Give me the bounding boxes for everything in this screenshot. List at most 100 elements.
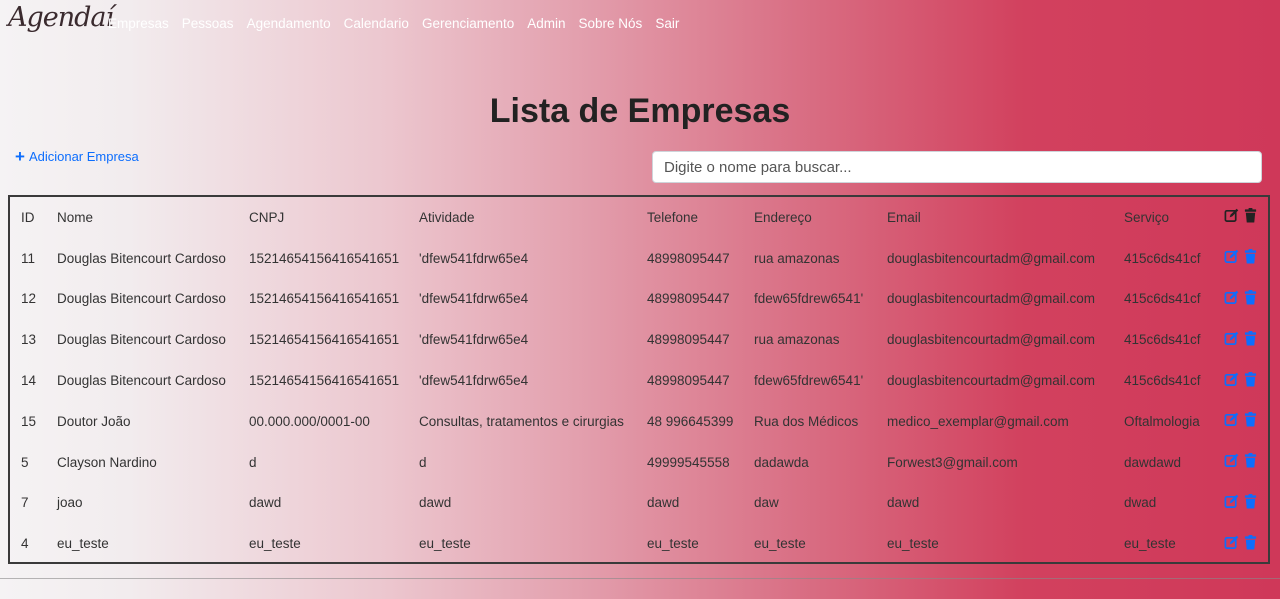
cell-nome: Clayson Nardino: [57, 454, 157, 470]
cell-actions: [1224, 401, 1268, 442]
cell-email: douglasbitencourtadm@gmail.com: [887, 291, 1096, 307]
cell-nome: Douglas Bitencourt Cardoso: [57, 250, 226, 266]
edit-icon[interactable]: [1224, 372, 1239, 387]
cell-nome: Douglas Bitencourt Cardoso: [57, 291, 226, 307]
nav-sobre-nos[interactable]: Sobre Nós: [579, 16, 643, 31]
cell-atividade: Consultas, tratamentos e cirurgias: [419, 413, 624, 429]
table-row: 13 Douglas Bitencourt Cardoso 152146541564…: [10, 319, 1268, 360]
edit-icon[interactable]: [1224, 494, 1239, 509]
trash-icon[interactable]: [1243, 412, 1258, 427]
trash-icon[interactable]: [1243, 534, 1258, 550]
header-id: ID: [21, 209, 35, 225]
cell-id: 7: [21, 495, 29, 511]
table-row: 4 eu_teste eu_teste eu_teste eu_teste eu_test…: [10, 523, 1268, 564]
header-atividade: Atividade: [419, 209, 475, 225]
cell-telefone: 48998095447: [647, 332, 730, 348]
header-servico: Serviço: [1124, 209, 1170, 225]
header-telefone: Telefone: [647, 209, 699, 225]
cell-id: 11: [21, 250, 36, 266]
brand-logo[interactable]: Agendaí: [8, 2, 114, 33]
nav-pessoas[interactable]: Pessoas: [182, 16, 234, 31]
cell-email: douglasbitencourtadm@gmail.com: [887, 250, 1096, 266]
cell-nome: Douglas Bitencourt Cardoso: [57, 332, 226, 348]
table-row: 7 joao dawd dawd dawd daw dawd dwad: [10, 483, 1268, 524]
nav-gerenciamento[interactable]: Gerenciamento: [422, 16, 514, 31]
cell-atividade: 'dfew541fdrw65e4: [419, 373, 529, 389]
cell-servico: eu_teste: [1124, 536, 1176, 552]
cell-servico: 415c6ds41cf: [1124, 373, 1201, 389]
cell-email: eu_teste: [887, 536, 939, 552]
cell-endereco: Rua dos Médicos: [754, 413, 859, 429]
table-header-row: ID Nome CNPJ Atividade Telefone Endereço…: [10, 197, 1268, 238]
trash-icon[interactable]: [1243, 289, 1258, 305]
trash-icon: [1244, 208, 1257, 223]
cell-id: 14: [21, 373, 37, 389]
nav-sair[interactable]: Sair: [655, 16, 679, 31]
cell-nome: joao: [57, 495, 83, 511]
cell-telefone: eu_teste: [647, 536, 699, 552]
trash-icon[interactable]: [1243, 453, 1258, 468]
cell-cnpj: 15214654156416541651: [249, 373, 400, 389]
cell-id: 5: [21, 454, 29, 470]
edit-icon[interactable]: [1224, 290, 1239, 305]
cell-email: dawd: [887, 495, 920, 511]
cell-atividade: d: [419, 454, 427, 470]
cell-actions: [1224, 360, 1268, 401]
edit-icon[interactable]: [1224, 249, 1239, 264]
cell-email: douglasbitencourtadm@gmail.com: [887, 373, 1096, 389]
table-row: 14 Douglas Bitencourt Cardoso 152146541564…: [10, 360, 1268, 401]
cell-atividade: eu_teste: [419, 536, 471, 552]
cell-cnpj: 15214654156416541651: [249, 291, 400, 307]
add-company-button[interactable]: + Adicionar Empresa: [15, 148, 139, 165]
table-row: 15 Doutor João 00.000.000/0001-00 Consultas…: [10, 401, 1268, 442]
navbar: Agendaí Empresas Pessoas Agendamento Cal…: [0, 0, 1280, 50]
companies-table: ID Nome CNPJ Atividade Telefone Endereço…: [8, 195, 1270, 564]
divider: [0, 578, 1280, 579]
nav-empresas[interactable]: Empresas: [108, 16, 169, 31]
trash-icon[interactable]: [1243, 493, 1258, 509]
cell-cnpj: 15214654156416541651: [249, 332, 400, 348]
edit-icon[interactable]: [1224, 453, 1239, 468]
cell-id: 13: [21, 332, 37, 348]
cell-atividade: 'dfew541fdrw65e4: [419, 291, 529, 307]
header-email: Email: [887, 209, 921, 225]
cell-cnpj: 15214654156416541651: [249, 250, 400, 266]
cell-atividade: dawd: [419, 495, 452, 511]
edit-icon[interactable]: [1224, 331, 1239, 346]
cell-cnpj: eu_teste: [249, 536, 301, 552]
cell-telefone: 48998095447: [647, 291, 730, 307]
cell-nome: eu_teste: [57, 536, 109, 552]
edit-icon[interactable]: [1224, 535, 1239, 550]
nav-agendamento[interactable]: Agendamento: [247, 16, 331, 31]
cell-actions: [1224, 279, 1268, 320]
cell-atividade: 'dfew541fdrw65e4: [419, 250, 529, 266]
cell-telefone: 48 996645399: [647, 413, 734, 429]
nav-links: Empresas Pessoas Agendamento Calendario …: [108, 16, 692, 31]
cell-endereco: dadawda: [754, 454, 809, 470]
cell-endereco: fdew65fdrew6541': [754, 373, 864, 389]
plus-icon: +: [15, 147, 25, 166]
cell-telefone: 48998095447: [647, 373, 730, 389]
search-input[interactable]: [652, 151, 1262, 183]
cell-id: 4: [21, 536, 29, 552]
cell-endereco: fdew65fdrew6541': [754, 291, 864, 307]
cell-id: 15: [21, 413, 37, 429]
edit-icon: [1224, 209, 1239, 223]
cell-servico: Oftalmologia: [1124, 413, 1200, 429]
edit-icon[interactable]: [1224, 412, 1239, 427]
table-row: 11 Douglas Bitencourt Cardoso 152146541564…: [10, 238, 1268, 279]
header-actions: [1224, 197, 1268, 238]
nav-calendario[interactable]: Calendario: [344, 16, 409, 31]
cell-cnpj: dawd: [249, 495, 282, 511]
cell-nome: Doutor João: [57, 413, 131, 429]
cell-atividade: 'dfew541fdrw65e4: [419, 332, 529, 348]
cell-actions: [1224, 523, 1268, 564]
trash-icon[interactable]: [1243, 371, 1258, 387]
nav-admin[interactable]: Admin: [527, 16, 565, 31]
trash-icon[interactable]: [1243, 330, 1258, 346]
cell-actions: [1224, 238, 1268, 279]
cell-servico: 415c6ds41cf: [1124, 291, 1201, 307]
cell-nome: Douglas Bitencourt Cardoso: [57, 373, 226, 389]
header-nome: Nome: [57, 209, 94, 225]
trash-icon[interactable]: [1243, 249, 1258, 264]
